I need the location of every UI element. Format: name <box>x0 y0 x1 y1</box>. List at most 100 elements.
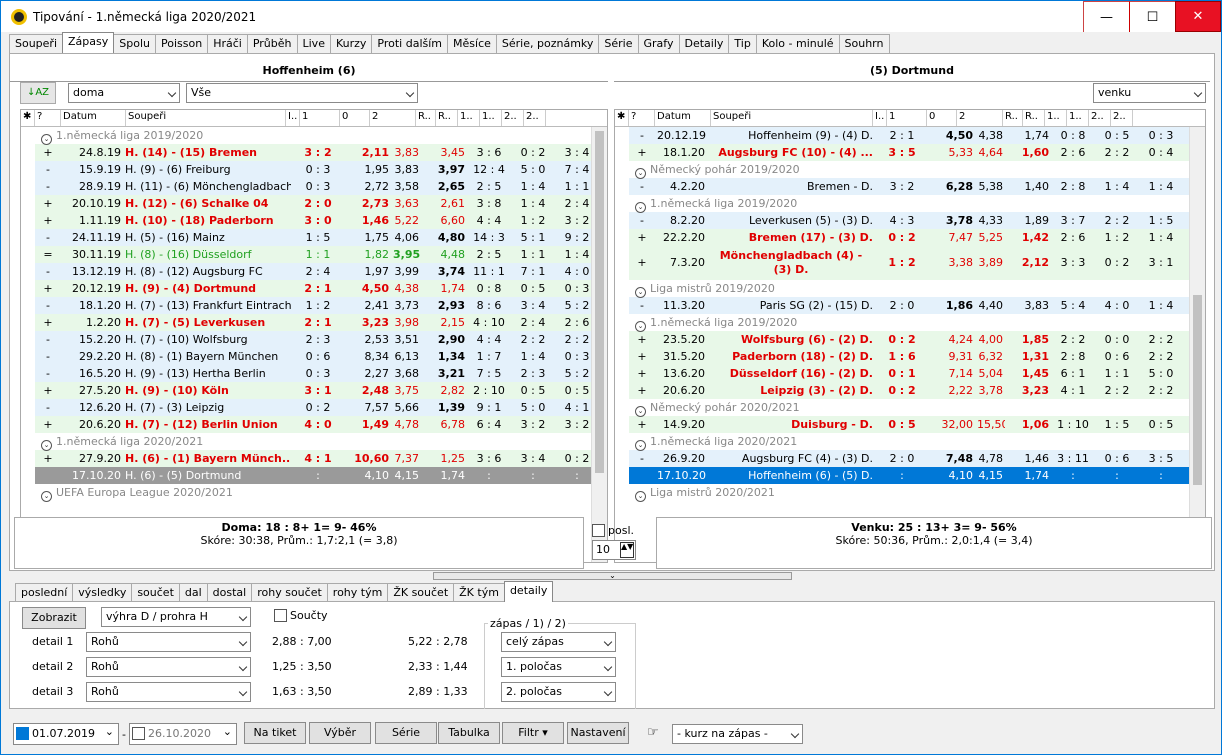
table-row[interactable]: +13.6.20 Düsseldorf (16) - (2) D. 0 : 1 7,1… <box>629 365 1205 382</box>
grid-col-header[interactable]: R.. <box>1003 110 1023 126</box>
group-header[interactable]: ⌄ 1.německá liga 2020/2021 <box>35 433 607 451</box>
bottom-tab-0[interactable]: poslední <box>15 583 74 602</box>
show-button[interactable]: Zobrazit <box>22 607 86 629</box>
group-header[interactable]: ⌄ 1.německá liga 2019/2020 <box>35 127 607 145</box>
splitter-handle[interactable]: ⌄ <box>433 572 792 580</box>
group-header[interactable]: ⌄ 1.německá liga 2019/2020 <box>629 195 1205 213</box>
table-row[interactable]: - 26.9.20 Augsburg FC (4) - (3) D. 2 : 0 7,4… <box>629 450 1205 467</box>
table-row[interactable]: - 12.6.20 H. (7) - (3) Leipzig 0 : 2 7,57 5,6… <box>35 399 607 416</box>
odds-select[interactable]: - kurz na zápas - <box>672 724 803 744</box>
grid-col-header[interactable]: R.. <box>416 110 436 126</box>
home-filter-select[interactable]: Vše <box>186 83 418 103</box>
bottom-tab-5[interactable]: rohy součet <box>251 583 328 602</box>
table-row[interactable]: - 18.1.20 H. (7) - (13) Frankfurt Eintrach… <box>35 297 607 314</box>
detail-part-select[interactable]: 2. poločas <box>501 682 616 702</box>
grid-col-header[interactable]: 2.. <box>1089 110 1111 126</box>
table-row[interactable]: +27.5.20 H. (9) - (10) Köln 3 : 1 2,48 3,75 2… <box>35 382 607 399</box>
tab-16[interactable]: Souhrn <box>838 34 890 53</box>
tab-0[interactable]: Soupeři <box>9 34 64 53</box>
group-header[interactable]: ⌄ UEFA Europa League 2020/2021 <box>35 484 607 502</box>
table-button[interactable]: Tabulka <box>438 722 500 744</box>
tab-6[interactable]: Live <box>296 34 331 53</box>
posl-spinner[interactable]: 10 ▲▼ <box>592 540 636 560</box>
tab-7[interactable]: Kurzy <box>329 34 373 53</box>
table-row[interactable]: - 24.11.19 H. (5) - (16) Mainz 1 : 5 1,75 4,0… <box>35 229 607 246</box>
tab-1[interactable]: Zápasy <box>62 32 115 53</box>
grid-col-header[interactable]: 1.. <box>458 110 480 126</box>
tab-9[interactable]: Měsíce <box>447 34 497 53</box>
table-row[interactable]: +18.1.20 Augsburg FC (10) - (4) ... 3 : 5 5… <box>629 144 1205 161</box>
grid-col-header[interactable]: 1.. <box>480 110 502 126</box>
table-row[interactable]: - 28.9.19 H. (11) - (6) Mönchengladbach 0 :… <box>35 178 607 195</box>
table-row[interactable]: +1.2.20 H. (7) - (5) Leverkusen 2 : 1 3,23 3… <box>35 314 607 331</box>
posl-checkbox[interactable]: posl. <box>592 524 634 537</box>
table-row[interactable]: - 11.3.20 Paris SG (2) - (15) D. 2 : 0 1,86 4… <box>629 297 1205 314</box>
grid-col-header[interactable]: 0 <box>927 110 957 126</box>
bottom-tab-9[interactable]: detaily <box>503 581 554 602</box>
tab-14[interactable]: Tip <box>728 34 757 53</box>
grid-col-header[interactable]: 2 <box>370 110 416 126</box>
detail-type-select[interactable]: Rohů <box>86 657 251 677</box>
grid-col-header[interactable]: ? <box>35 110 61 126</box>
table-row[interactable]: +20.12.19 H. (9) - (4) Dortmund 2 : 1 4,50 4… <box>35 280 607 297</box>
table-row[interactable]: 17.10.20 H. (6) - (5) Dortmund: 4,10 4,15 1,… <box>35 467 607 484</box>
table-row[interactable]: +1.11.19 H. (10) - (18) Paderborn 3 : 0 1,4… <box>35 212 607 229</box>
table-row[interactable]: - 13.12.19 H. (8) - (12) Augsburg FC 2 : 4 1… <box>35 263 607 280</box>
filter-button[interactable]: Filtr ▾ <box>502 722 564 744</box>
table-row[interactable]: +24.8.19 H. (14) - (15) Bremen 3 : 2 2,11 3,… <box>35 144 607 161</box>
tab-11[interactable]: Série <box>598 34 639 53</box>
table-row[interactable]: - 4.2.20 Bremen - D. 3 : 2 6,28 5,38 1,40 2 : 8… <box>629 178 1205 195</box>
grid-col-header[interactable]: 1 <box>300 110 340 126</box>
home-scrollbar[interactable] <box>591 127 607 562</box>
group-header[interactable]: ⌄ 1.německá liga 2019/2020 <box>629 314 1205 332</box>
tab-4[interactable]: Hráči <box>207 34 248 53</box>
table-row[interactable]: +20.6.20 H. (7) - (12) Berlin Union 4 : 0 1… <box>35 416 607 433</box>
table-row[interactable]: +20.10.19 H. (12) - (6) Schalke 04 2 : 0 2,… <box>35 195 607 212</box>
table-row[interactable]: - 16.5.20 H. (9) - (13) Hertha Berlin 0 : 3… <box>35 365 607 382</box>
grid-col-header[interactable]: ? <box>629 110 655 126</box>
date-to-picker[interactable]: 26.10.2020 ⌄ <box>129 723 237 745</box>
grid-col-header[interactable]: 1.. <box>1045 110 1067 126</box>
tab-12[interactable]: Grafy <box>637 34 680 53</box>
group-header[interactable]: ⌄ Liga mistrů 2019/2020 <box>629 280 1205 298</box>
away-scrollbar[interactable] <box>1189 127 1205 562</box>
table-row[interactable]: - 8.2.20 Leverkusen (5) - (3) D. 4 : 3 3,78 4… <box>629 212 1205 229</box>
tab-3[interactable]: Poisson <box>155 34 209 53</box>
grid-col-header[interactable]: R.. <box>1023 110 1045 126</box>
date-from-picker[interactable]: 01.07.2019 ⌄ <box>13 723 119 745</box>
bottom-tab-4[interactable]: dostal <box>206 583 253 602</box>
grid-col-header[interactable]: I.. <box>286 110 300 126</box>
grid-col-header[interactable]: 2.. <box>502 110 524 126</box>
table-row[interactable]: +7.3.20 Mönchengladbach (4) - (3) D. 1 : 2… <box>629 246 1205 280</box>
table-row[interactable]: +27.9.20 H. (6) - (1) Bayern Münch... 4 : … <box>35 450 607 467</box>
grid-col-header[interactable]: Soupeři <box>126 110 286 126</box>
table-row[interactable]: = 30.11.19 H. (8) - (16) Düsseldorf 1 : 1 1,… <box>35 246 607 263</box>
detail-type-select[interactable]: Rohů <box>86 682 251 702</box>
group-header[interactable]: ⌄ Liga mistrů 2020/2021 <box>629 484 1205 502</box>
bottom-tab-1[interactable]: výsledky <box>72 583 133 602</box>
grid-col-header[interactable]: 1.. <box>1067 110 1089 126</box>
group-header[interactable]: ⌄ Německý pohár 2019/2020 <box>629 161 1205 179</box>
tab-5[interactable]: Průběh <box>246 34 298 53</box>
table-row[interactable]: +22.2.20 Bremen (17) - (3) D. 0 : 2 7,47 5,2… <box>629 229 1205 246</box>
detail-part-select[interactable]: 1. poločas <box>501 657 616 677</box>
expand-icon[interactable]: ⌄ <box>41 491 52 502</box>
table-row[interactable]: +23.5.20 Wolfsburg (6) - (2) D. 0 : 2 4,24 4… <box>629 331 1205 348</box>
grid-col-header[interactable]: 2 <box>957 110 1003 126</box>
table-row[interactable]: +20.6.20 Leipzig (3) - (2) D. 0 : 2 2,22 3,7… <box>629 382 1205 399</box>
tab-13[interactable]: Detaily <box>678 34 730 53</box>
table-row[interactable]: - 15.2.20 H. (7) - (10) Wolfsburg 2 : 3 2,53… <box>35 331 607 348</box>
away-venue-select[interactable]: venku <box>1093 83 1206 103</box>
grid-col-header[interactable]: 1 <box>887 110 927 126</box>
grid-col-header[interactable]: Datum <box>61 110 126 126</box>
detail-type-select[interactable]: Rohů <box>86 632 251 652</box>
grid-col-header[interactable]: Datum <box>655 110 711 126</box>
group-header[interactable]: ⌄ Německý pohár 2020/2021 <box>629 399 1205 417</box>
bottom-tab-6[interactable]: rohy tým <box>326 583 389 602</box>
minimize-button[interactable]: — <box>1083 1 1129 32</box>
grid-col-header[interactable]: 2.. <box>1111 110 1133 126</box>
table-row[interactable]: - 15.9.19 H. (9) - (6) Freiburg 0 : 3 1,95 3,… <box>35 161 607 178</box>
bottom-tab-3[interactable]: dal <box>178 583 208 602</box>
mode-select[interactable]: výhra D / prohra H <box>101 607 251 627</box>
grid-col-header[interactable]: 2.. <box>524 110 546 126</box>
